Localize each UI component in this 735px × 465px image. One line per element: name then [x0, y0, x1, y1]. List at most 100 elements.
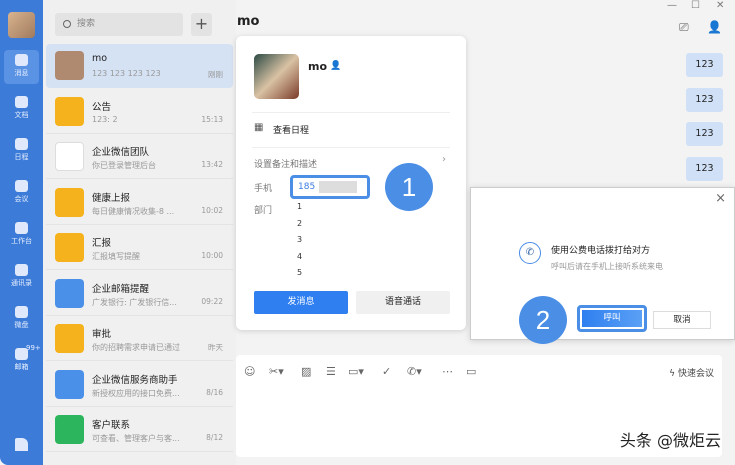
- conversation-name: 企业微信团队: [92, 147, 150, 158]
- calendar-icon: ▦: [254, 122, 264, 133]
- phone-number[interactable]: 185: [290, 175, 370, 199]
- watermark: 头条 @微炬云: [619, 431, 721, 450]
- conversation-item[interactable]: mo 123 123 123 123 刚刚: [46, 44, 233, 88]
- add-button[interactable]: +: [191, 13, 212, 36]
- nav-label: 日程: [14, 153, 29, 161]
- conversation-preview: 你已登录管理后台: [92, 161, 156, 170]
- dialog-title: 使用公费电话拨打给对方: [551, 246, 651, 256]
- conversation-preview: 每日健康情况收集-8 ...: [92, 206, 175, 216]
- conversation-preview: 广发银行: 广发银行信...: [92, 297, 177, 307]
- more-icon[interactable]: ⋯: [442, 365, 453, 378]
- sidebar-item-6[interactable]: 微盘: [4, 302, 39, 336]
- phone-label: 手机: [254, 184, 273, 194]
- conversation-item[interactable]: 健康上报每日健康情况收集-8 ... 10:02: [46, 181, 233, 225]
- conversation-name: 审批: [92, 329, 112, 340]
- set-remark-link[interactable]: 设置备注和描述: [254, 157, 317, 170]
- conversation-preview: 你的招聘需求申请已通过: [92, 343, 180, 352]
- conversation-name: 汇报: [92, 238, 112, 249]
- conversation-item[interactable]: 客户联系 可查看、管理客户与客... 8/12: [46, 408, 233, 452]
- step-1-marker: 1: [385, 163, 433, 211]
- conversation-item[interactable]: 汇报汇报填写提醒 10:00: [46, 226, 233, 270]
- nav-label: 邮箱: [14, 363, 29, 371]
- sidebar-item-3[interactable]: 会议: [4, 176, 39, 210]
- message-bubble: 123: [686, 53, 723, 77]
- chevron-right-icon[interactable]: ›: [442, 154, 446, 165]
- conversation-time: 8/12: [206, 433, 223, 442]
- sidebar-item-5[interactable]: 通讯录: [4, 260, 39, 294]
- sidebar-item-1[interactable]: 文档: [4, 92, 39, 126]
- close-window-button[interactable]: ✕: [716, 0, 724, 11]
- screen-icon[interactable]: ▭: [466, 365, 476, 378]
- profile-avatar: [254, 54, 299, 99]
- message-bubble: 123: [686, 87, 723, 112]
- maximize-button[interactable]: ☐: [691, 0, 700, 11]
- check-icon[interactable]: ✓: [382, 365, 391, 378]
- conversation-name: 企业邮箱提醒: [92, 283, 150, 295]
- sidebar-item-2[interactable]: 日程: [4, 134, 39, 168]
- conversation-time: 8/16: [206, 387, 223, 397]
- profile-name: mo: [308, 60, 328, 73]
- nav-label: 消息: [14, 69, 29, 77]
- user-avatar[interactable]: [8, 12, 35, 38]
- nav-label: 会议: [14, 195, 29, 203]
- conversation-icon: [55, 278, 84, 308]
- conversation-time: 10:02: [201, 205, 223, 215]
- add-member-icon[interactable]: 👤: [707, 20, 722, 34]
- nav-icon: [15, 222, 28, 234]
- quick-meeting-button[interactable]: ϟ 快速会议: [669, 366, 714, 379]
- conversation-name: 健康上报: [92, 192, 131, 204]
- call-button[interactable]: 呼叫: [582, 310, 642, 327]
- search-input[interactable]: 搜索: [55, 13, 183, 36]
- sidebar-item-0[interactable]: 消息: [4, 50, 39, 84]
- video-call-icon[interactable]: ⎚: [679, 20, 689, 35]
- nav-icon: [15, 264, 28, 276]
- conversation-icon: [55, 369, 84, 399]
- cancel-button[interactable]: 取消: [653, 311, 711, 329]
- send-message-button[interactable]: 发消息: [254, 291, 348, 314]
- search-icon: [63, 20, 71, 28]
- phone-value: 185: [298, 182, 316, 192]
- dialog-subtitle: 呼叫后请在手机上接听系统来电: [551, 262, 663, 271]
- dept-item: 3: [297, 235, 303, 244]
- voice-call-button[interactable]: 语音通话: [356, 291, 450, 314]
- conversation-item[interactable]: 企业微信服务商助手 新授权应用的接口免费... 8/16: [46, 363, 233, 407]
- image-icon[interactable]: ▨: [301, 365, 311, 378]
- conversation-item[interactable]: 公告 123: 2 15:13: [46, 90, 233, 134]
- conversation-icon: [55, 51, 84, 80]
- dept-item: 1: [297, 202, 303, 211]
- conversation-preview: 可查看、管理客户与客...: [92, 434, 180, 443]
- message-bubble: 123: [686, 122, 723, 146]
- conversation-item[interactable]: 审批 你的招聘需求申请已通过 昨天: [46, 317, 233, 361]
- conversation-time: 刚刚: [208, 70, 223, 79]
- conversation-name: mo: [92, 53, 108, 64]
- dept-item: 5: [297, 268, 303, 277]
- dept-label: 部门: [254, 206, 273, 216]
- conversation-preview: 汇报填写提醒: [92, 252, 140, 261]
- conversation-icon: [55, 187, 84, 217]
- view-schedule-link[interactable]: 查看日程: [273, 123, 309, 136]
- nav-label: 工作台: [11, 237, 32, 245]
- conversation-icon: [55, 415, 84, 444]
- sidebar-item-4[interactable]: 工作台: [4, 218, 39, 252]
- step-2-marker: 2: [519, 296, 567, 344]
- nav-icon: [15, 138, 28, 150]
- conversation-item[interactable]: 企业微信团队 你已登录管理后台 13:42: [46, 135, 233, 179]
- conversation-time: 09:22: [201, 296, 223, 306]
- conversation-time: 10:00: [201, 251, 223, 260]
- phone-icon[interactable]: ✆▾: [407, 365, 422, 378]
- document-icon[interactable]: ☰: [326, 365, 336, 378]
- folder-icon[interactable]: ▭▾: [348, 365, 364, 378]
- conversation-preview: 123: 2: [92, 114, 118, 124]
- nav-label: 微盘: [14, 321, 29, 329]
- app-logo-icon: [15, 438, 28, 451]
- minimize-button[interactable]: —: [667, 0, 677, 11]
- quick-meeting-label: 快速会议: [677, 369, 714, 379]
- conversation-preview: 123 123 123 123: [92, 69, 161, 78]
- phone-icon: ✆: [519, 242, 541, 264]
- nav-icon: [15, 180, 28, 192]
- emoji-icon[interactable]: ☺: [244, 365, 255, 378]
- sidebar-item-7[interactable]: 邮箱 99+: [4, 344, 41, 378]
- scissors-icon[interactable]: ✂▾: [269, 365, 284, 378]
- conversation-item[interactable]: 企业邮箱提醒广发银行: 广发银行信... 09:22: [46, 272, 233, 316]
- close-dialog-button[interactable]: ×: [715, 191, 726, 206]
